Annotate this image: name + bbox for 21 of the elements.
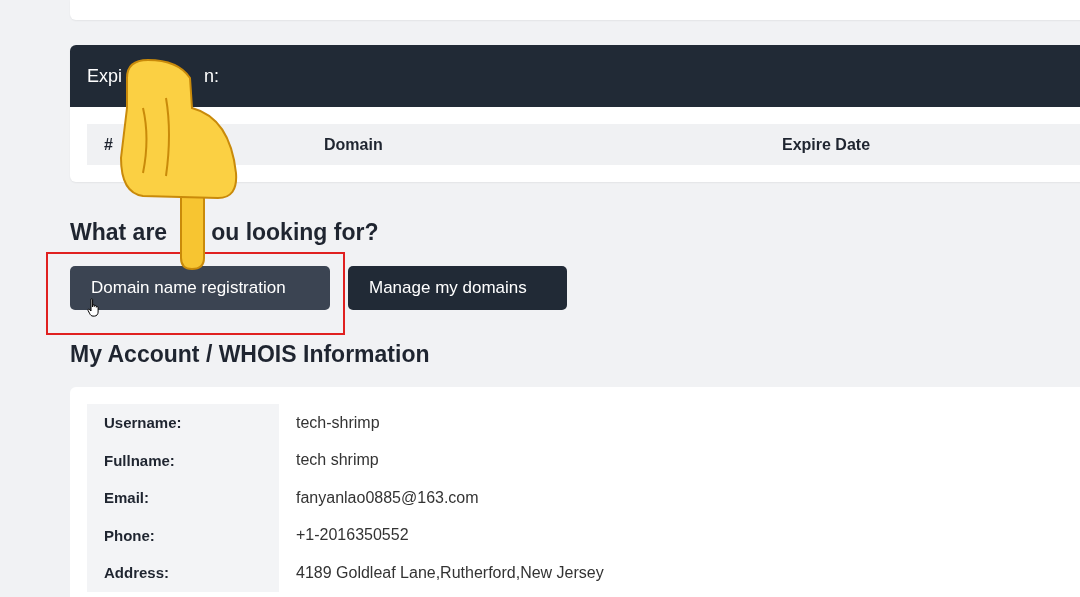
column-header: Expire Date: [782, 135, 871, 154]
hand-cursor-icon: [86, 298, 102, 318]
field-value: tech shrimp: [295, 451, 379, 470]
field-label: Address:: [87, 554, 279, 592]
card-title: n:: [204, 65, 220, 87]
field-value: tech-shrimp: [295, 413, 380, 432]
action-button[interactable]: Manage my domains: [348, 266, 567, 310]
field-value: +1-2016350552: [295, 526, 409, 545]
column-header: #: [104, 135, 114, 154]
field-label: Email:: [87, 479, 279, 517]
column-header: Domain: [324, 135, 384, 154]
field-label: Fullname:: [87, 441, 279, 479]
field-label: Username:: [87, 404, 279, 442]
section-heading: What are: [70, 218, 168, 247]
section-heading: My Account / WHOIS Information: [70, 340, 431, 369]
section-heading: ou looking for?: [211, 218, 379, 247]
field-label: Phone:: [87, 516, 279, 554]
action-button[interactable]: Domain name registration: [70, 266, 330, 310]
field-value: fanyanlao0885@163.com: [295, 488, 479, 507]
field-value: 4189 Goldleaf Lane,Rutherford,New Jersey: [295, 563, 604, 582]
card-title: Expi: [87, 65, 122, 87]
